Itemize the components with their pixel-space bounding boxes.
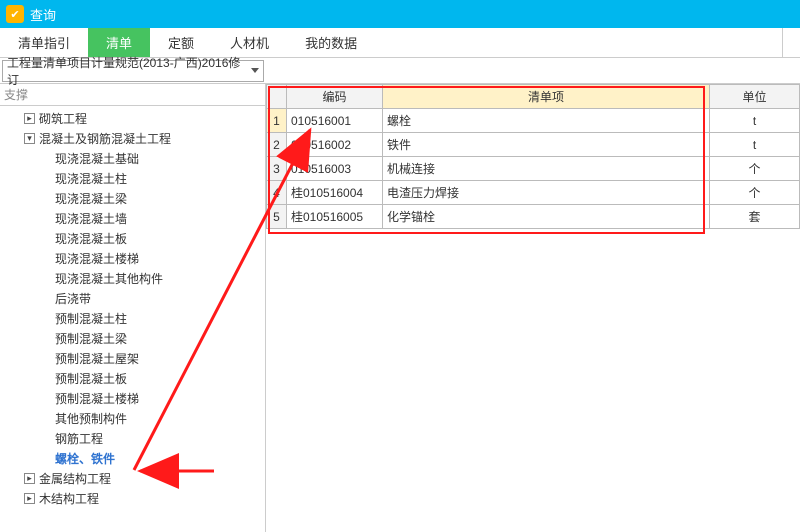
annotation-arrow-small: [0, 0, 800, 532]
